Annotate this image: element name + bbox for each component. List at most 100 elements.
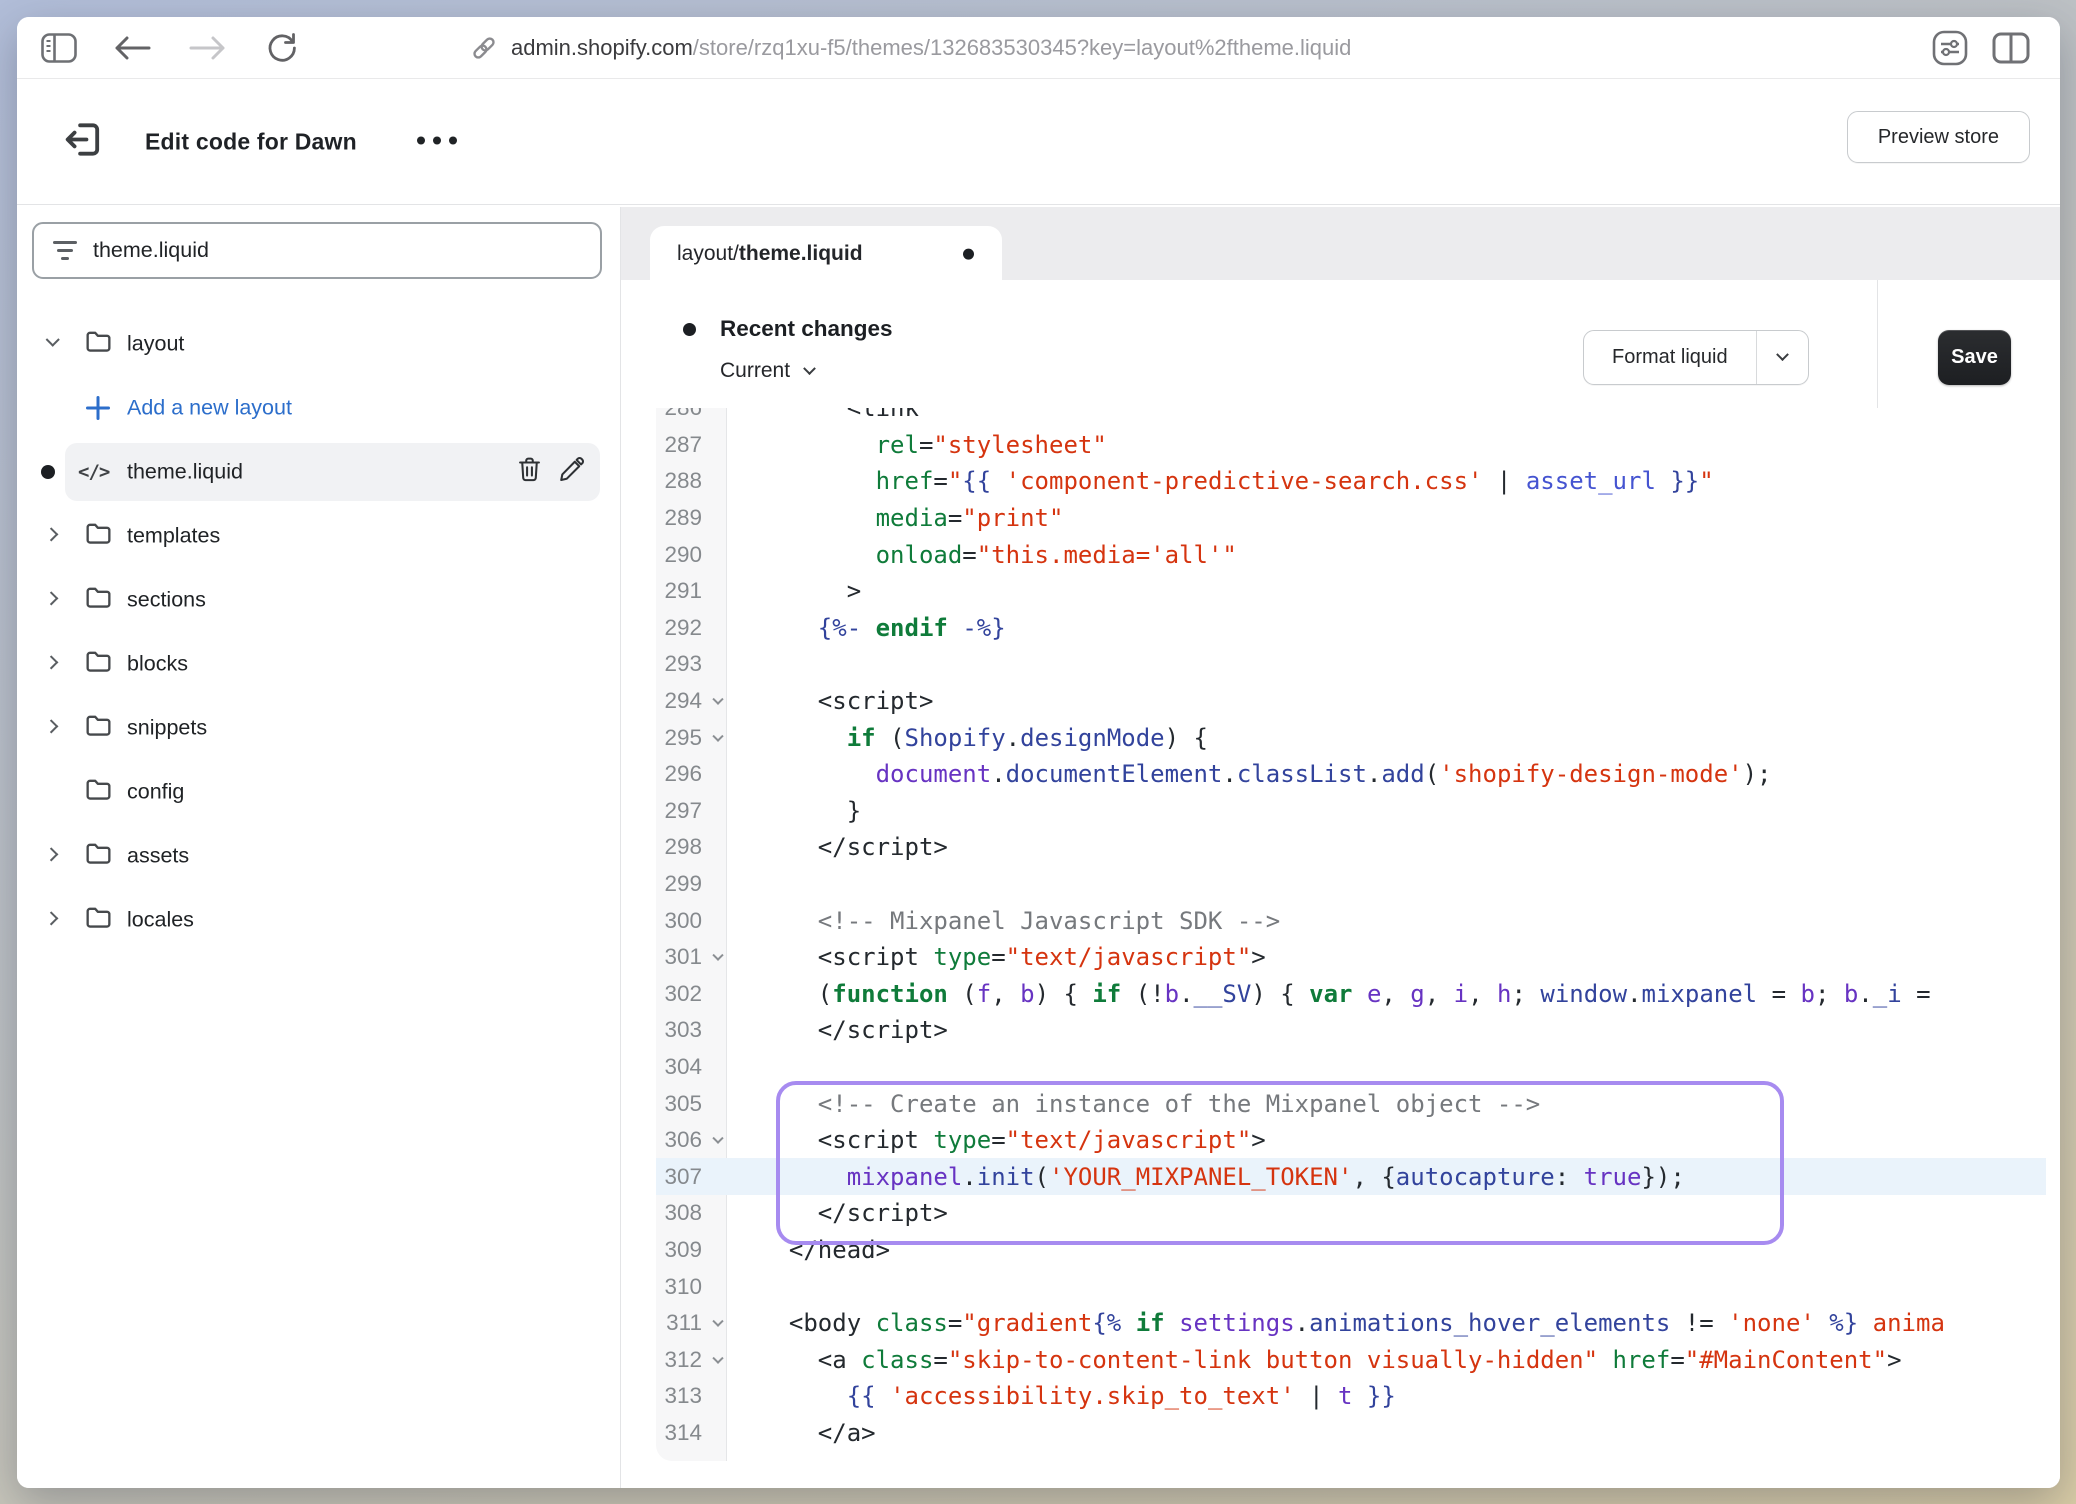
chevron-right-icon[interactable] [42, 525, 62, 545]
chevron-right-icon[interactable] [42, 589, 62, 609]
line-number: 292 [656, 615, 728, 641]
tab-theme-liquid[interactable]: layout/theme.liquid [650, 226, 1002, 280]
code-line-305[interactable]: 305 <!-- Create an instance of the Mixpa… [656, 1085, 2046, 1122]
line-number: 312 [656, 1347, 728, 1373]
tab-unsaved-dot [963, 249, 974, 260]
code-line-290[interactable]: 290 onload="this.media='all'" [656, 536, 2046, 573]
sidebar-item-sections[interactable]: sections [17, 568, 620, 632]
code-line-289[interactable]: 289 media="print" [656, 500, 2046, 537]
fold-chevron-icon[interactable] [712, 694, 723, 705]
format-liquid-menu-toggle[interactable] [1756, 331, 1808, 384]
code-line-312[interactable]: 312 <a class="skip-to-content-link butto… [656, 1341, 2046, 1378]
code-line-306[interactable]: 306 <script type="text/javascript"> [656, 1122, 2046, 1159]
recent-changes-dot [683, 323, 696, 336]
sidebar-item-theme.liquid[interactable]: </>theme.liquid [17, 440, 620, 504]
code-line-309[interactable]: 309 </head> [656, 1232, 2046, 1269]
line-number: 311 [656, 1310, 728, 1336]
code-line-297[interactable]: 297 } [656, 793, 2046, 830]
sidebar-item-assets[interactable]: assets [17, 824, 620, 888]
sidebar-item-config[interactable]: config [17, 760, 620, 824]
folder-icon [83, 518, 114, 554]
url-path: /store/rzq1xu-f5/themes/132683530345?key… [693, 35, 1352, 60]
item-label: snippets [127, 716, 207, 741]
sidebar-item-locales[interactable]: locales [17, 888, 620, 952]
page-settings-icon[interactable] [1930, 28, 1970, 68]
code-line-287[interactable]: 287 rel="stylesheet" [656, 427, 2046, 464]
line-number: 290 [656, 542, 728, 568]
split-view-icon[interactable] [1992, 32, 2030, 64]
code-text: (function (f, b) { if (!b.__SV) { var e,… [728, 980, 1931, 1008]
chevron-right-icon[interactable] [42, 653, 62, 673]
app-header: Edit code for Dawn Preview store [17, 79, 2060, 205]
code-line-300[interactable]: 300 <!-- Mixpanel Javascript SDK --> [656, 902, 2046, 939]
file-search-box[interactable] [32, 222, 602, 279]
sidebar-item-templates[interactable]: templates [17, 504, 620, 568]
code-line-301[interactable]: 301 <script type="text/javascript"> [656, 939, 2046, 976]
item-label: blocks [127, 652, 188, 677]
reload-icon[interactable] [265, 31, 299, 65]
code-line-286[interactable]: 286 <link [656, 408, 2046, 427]
file-search-input[interactable] [93, 238, 582, 263]
rename-file-icon[interactable] [557, 455, 586, 489]
line-number: 303 [656, 1017, 728, 1043]
fold-chevron-icon[interactable] [712, 1352, 723, 1363]
fold-chevron-icon[interactable] [712, 950, 723, 961]
line-number: 304 [656, 1054, 728, 1080]
save-button[interactable]: Save [1938, 330, 2011, 385]
more-menu-button[interactable] [415, 133, 459, 150]
sidebar-item-snippets[interactable]: snippets [17, 696, 620, 760]
sidebar-item-blocks[interactable]: blocks [17, 632, 620, 696]
chevron-right-icon[interactable] [42, 845, 62, 865]
item-label: templates [127, 524, 220, 549]
fold-chevron-icon[interactable] [712, 730, 723, 741]
code-editor[interactable]: 286 <link287 rel="stylesheet"288 href="{… [656, 408, 2046, 1461]
code-line-291[interactable]: 291 > [656, 573, 2046, 610]
code-line-295[interactable]: 295 if (Shopify.designMode) { [656, 719, 2046, 756]
code-line-302[interactable]: 302 (function (f, b) { if (!b.__SV) { va… [656, 976, 2046, 1013]
code-line-311[interactable]: 311 <body class="gradient{% if settings.… [656, 1305, 2046, 1342]
chevron-down-icon [803, 362, 816, 375]
editor-panel: layout/theme.liquid Recent changes Curre… [621, 207, 2060, 1488]
line-number: 298 [656, 834, 728, 860]
browser-window: admin.shopify.com/store/rzq1xu-f5/themes… [17, 17, 2060, 1488]
exit-icon[interactable] [60, 117, 106, 168]
code-line-313[interactable]: 313 {{ 'accessibility.skip_to_text' | t … [656, 1378, 2046, 1415]
plus-icon [86, 396, 110, 420]
url-text[interactable]: admin.shopify.com/store/rzq1xu-f5/themes… [511, 35, 1351, 61]
delete-file-icon[interactable] [515, 455, 544, 489]
tab-bar: layout/theme.liquid [621, 207, 2060, 280]
code-text: <script type="text/javascript"> [728, 943, 1266, 971]
format-liquid-button[interactable]: Format liquid [1583, 330, 1809, 385]
code-text: mixpanel.init('YOUR_MIXPANEL_TOKEN', {au… [728, 1163, 1685, 1191]
back-icon[interactable] [113, 34, 151, 62]
chevron-right-icon[interactable] [42, 909, 62, 929]
format-liquid-label: Format liquid [1584, 331, 1756, 384]
fold-chevron-icon[interactable] [712, 1316, 723, 1327]
code-line-308[interactable]: 308 </script> [656, 1195, 2046, 1232]
chevron-right-icon[interactable] [42, 717, 62, 737]
code-line-294[interactable]: 294 <script> [656, 683, 2046, 720]
code-line-298[interactable]: 298 </script> [656, 829, 2046, 866]
code-line-304[interactable]: 304 [656, 1049, 2046, 1086]
code-line-293[interactable]: 293 [656, 646, 2046, 683]
filter-icon [52, 241, 78, 260]
editor-toolbar: Recent changes Current Format liquid Sav [621, 280, 2060, 408]
code-line-292[interactable]: 292 {%- endif -%} [656, 610, 2046, 647]
forward-icon[interactable] [189, 34, 227, 62]
version-dropdown[interactable]: Current [720, 359, 893, 383]
code-line-303[interactable]: 303 </script> [656, 1012, 2046, 1049]
folder-icon [83, 710, 114, 746]
sidebar-item-layout[interactable]: layout [17, 312, 620, 376]
sidebar-item-add-a-new-layout[interactable]: Add a new layout [17, 376, 620, 440]
chevron-down-icon[interactable] [42, 331, 62, 351]
fold-chevron-icon[interactable] [712, 1133, 723, 1144]
code-line-314[interactable]: 314 </a> [656, 1415, 2046, 1452]
code-line-307[interactable]: 307 mixpanel.init('YOUR_MIXPANEL_TOKEN',… [656, 1158, 2046, 1195]
code-line-296[interactable]: 296 document.documentElement.classList.a… [656, 756, 2046, 793]
code-text: document.documentElement.classList.add('… [728, 760, 1772, 788]
code-line-310[interactable]: 310 [656, 1268, 2046, 1305]
code-line-288[interactable]: 288 href="{{ 'component-predictive-searc… [656, 463, 2046, 500]
preview-store-button[interactable]: Preview store [1847, 111, 2030, 163]
sidebar-toggle-icon[interactable] [41, 33, 77, 63]
code-line-299[interactable]: 299 [656, 866, 2046, 903]
